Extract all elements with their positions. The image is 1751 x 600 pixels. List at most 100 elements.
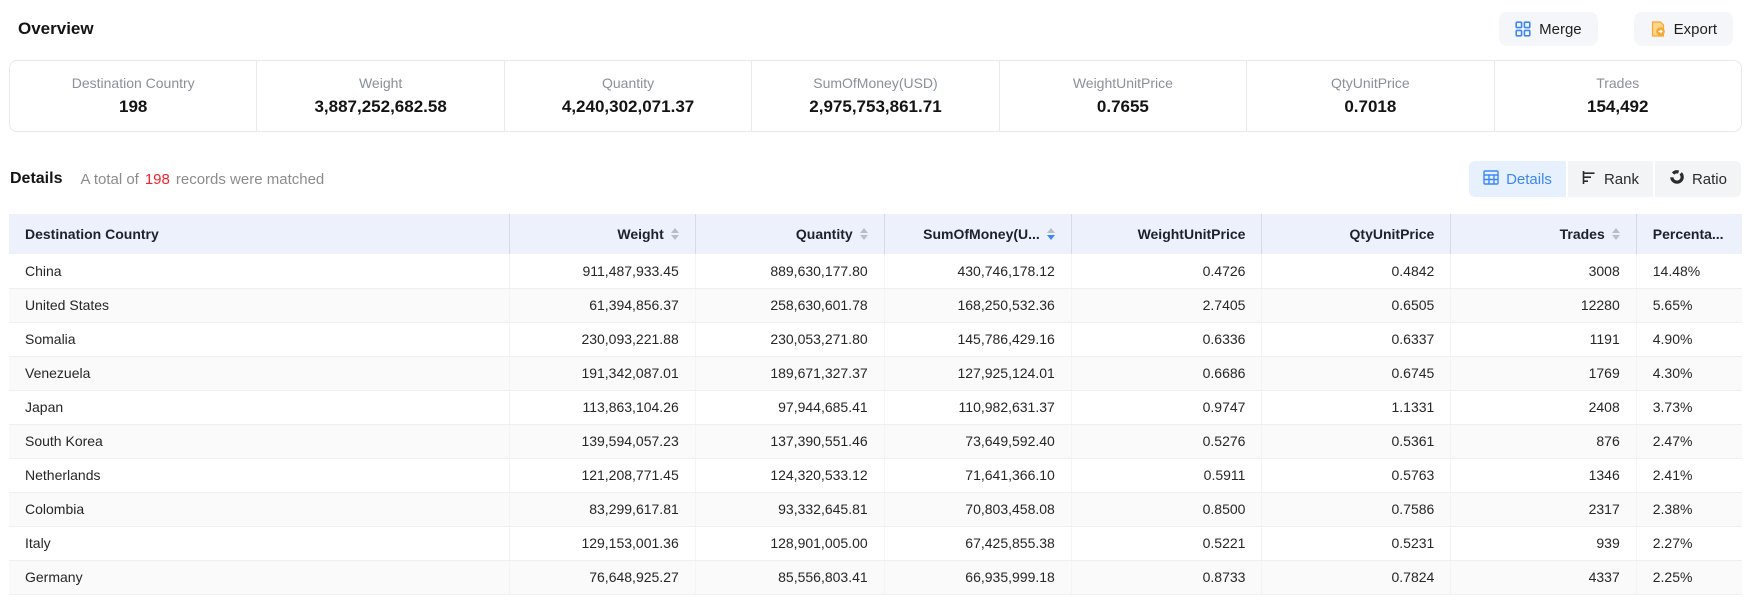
stat-qty-unit-price: QtyUnitPrice 0.7018 [1246, 61, 1493, 131]
cell-sumofmoney-u: 430,746,178.12 [884, 254, 1071, 288]
column-label: Trades [1560, 226, 1605, 242]
details-table: Destination Country Weight Quantity SumOfMo… [9, 214, 1742, 595]
merge-button[interactable]: Merge [1499, 12, 1598, 46]
stat-label: Quantity [602, 75, 654, 91]
column-label: Quantity [796, 226, 853, 242]
table-row-germany[interactable]: Germany76,648,925.2785,556,803.4166,935,… [9, 560, 1742, 594]
cell-country: Italy [9, 526, 510, 560]
cell-trades: 939 [1451, 526, 1636, 560]
cell-trades: 2317 [1451, 492, 1636, 526]
column-header-qtyunitprice: QtyUnitPrice [1262, 214, 1451, 254]
stat-label: Weight [359, 75, 402, 91]
column-header-destination-country: Destination Country [9, 214, 510, 254]
stat-label: Destination Country [72, 75, 195, 91]
cell-trades: 4337 [1451, 560, 1636, 594]
cell-weight: 129,153,001.36 [510, 526, 695, 560]
cell-quantity: 258,630,601.78 [695, 288, 884, 322]
cell-country: Somalia [9, 322, 510, 356]
cell-sumofmoney-u: 145,786,429.16 [884, 322, 1071, 356]
cell-weight: 139,594,057.23 [510, 424, 695, 458]
sort-caret-icon[interactable] [860, 228, 868, 240]
cell-sumofmoney-u: 168,250,532.36 [884, 288, 1071, 322]
tab-details[interactable]: Details [1469, 161, 1566, 197]
cell-trades: 876 [1451, 424, 1636, 458]
cell-quantity: 93,332,645.81 [695, 492, 884, 526]
page-title: Overview [18, 19, 94, 39]
sort-caret-icon[interactable] [1047, 228, 1055, 240]
table-row-italy[interactable]: Italy129,153,001.36128,901,005.0067,425,… [9, 526, 1742, 560]
tab-ratio[interactable]: Ratio [1655, 161, 1741, 197]
cell-percenta: 2.25% [1636, 560, 1742, 594]
column-label: Percenta... [1653, 226, 1724, 242]
cell-percenta: 5.65% [1636, 288, 1742, 322]
column-header-trades[interactable]: Trades [1451, 214, 1636, 254]
tab-ratio-label: Ratio [1692, 171, 1727, 188]
table-row-china[interactable]: China911,487,933.45889,630,177.80430,746… [9, 254, 1742, 288]
stat-value: 0.7018 [1344, 97, 1396, 117]
table-row-south-korea[interactable]: South Korea139,594,057.23137,390,551.467… [9, 424, 1742, 458]
overview-stats-card: Destination Country 198 Weight 3,887,252… [9, 60, 1742, 132]
bar-rank-icon [1582, 170, 1597, 189]
table-header-row: Destination Country Weight Quantity SumOfMo… [9, 214, 1742, 254]
export-button[interactable]: Export [1634, 12, 1733, 46]
cell-quantity: 230,053,271.80 [695, 322, 884, 356]
cell-quantity: 124,320,533.12 [695, 458, 884, 492]
cell-weightunitprice: 0.5911 [1071, 458, 1262, 492]
stat-label: WeightUnitPrice [1073, 75, 1173, 91]
cell-percenta: 4.30% [1636, 356, 1742, 390]
cell-weightunitprice: 0.8733 [1071, 560, 1262, 594]
cell-weight: 83,299,617.81 [510, 492, 695, 526]
details-bar: Details A total of 198 records were matc… [9, 160, 1742, 198]
stat-quantity: Quantity 4,240,302,071.37 [504, 61, 751, 131]
cell-qtyunitprice: 0.6505 [1262, 288, 1451, 322]
merge-button-label: Merge [1539, 21, 1582, 38]
tab-rank[interactable]: Rank [1568, 161, 1653, 197]
column-label: Destination Country [25, 226, 159, 242]
cell-weightunitprice: 0.8500 [1071, 492, 1262, 526]
cell-qtyunitprice: 1.1331 [1262, 390, 1451, 424]
cell-trades: 3008 [1451, 254, 1636, 288]
cell-qtyunitprice: 0.4842 [1262, 254, 1451, 288]
stat-label: Trades [1596, 75, 1639, 91]
table-row-japan[interactable]: Japan113,863,104.2697,944,685.41110,982,… [9, 390, 1742, 424]
column-header-quantity[interactable]: Quantity [695, 214, 884, 254]
cell-percenta: 2.41% [1636, 458, 1742, 492]
stat-sum-of-money: SumOfMoney(USD) 2,975,753,861.71 [751, 61, 998, 131]
cell-quantity: 189,671,327.37 [695, 356, 884, 390]
cell-weightunitprice: 0.5221 [1071, 526, 1262, 560]
column-header-sumofmoney-u[interactable]: SumOfMoney(U... [884, 214, 1071, 254]
details-title: Details [10, 170, 62, 188]
cell-percenta: 14.48% [1636, 254, 1742, 288]
table-row-united-states[interactable]: United States61,394,856.37258,630,601.78… [9, 288, 1742, 322]
cell-weightunitprice: 0.4726 [1071, 254, 1262, 288]
cell-sumofmoney-u: 67,425,855.38 [884, 526, 1071, 560]
cell-weightunitprice: 0.9747 [1071, 390, 1262, 424]
sort-caret-icon[interactable] [1612, 228, 1620, 240]
column-header-weight[interactable]: Weight [510, 214, 695, 254]
topbar-actions: Merge Export [1499, 12, 1733, 46]
stat-trades: Trades 154,492 [1494, 61, 1741, 131]
cell-qtyunitprice: 0.6337 [1262, 322, 1451, 356]
table-row-netherlands[interactable]: Netherlands121,208,771.45124,320,533.127… [9, 458, 1742, 492]
cell-sumofmoney-u: 73,649,592.40 [884, 424, 1071, 458]
sort-caret-icon[interactable] [671, 228, 679, 240]
top-bar: Overview Merge [9, 10, 1742, 48]
table-row-venezuela[interactable]: Venezuela191,342,087.01189,671,327.37127… [9, 356, 1742, 390]
cell-qtyunitprice: 0.7824 [1262, 560, 1451, 594]
page: Overview Merge [0, 0, 1751, 595]
cell-qtyunitprice: 0.5361 [1262, 424, 1451, 458]
cell-sumofmoney-u: 71,641,366.10 [884, 458, 1071, 492]
cell-percenta: 4.90% [1636, 322, 1742, 356]
column-label: WeightUnitPrice [1138, 226, 1246, 242]
cell-country: Germany [9, 560, 510, 594]
column-header-weightunitprice: WeightUnitPrice [1071, 214, 1262, 254]
cell-trades: 1769 [1451, 356, 1636, 390]
table-row-somalia[interactable]: Somalia230,093,221.88230,053,271.80145,7… [9, 322, 1742, 356]
cell-percenta: 2.38% [1636, 492, 1742, 526]
cell-sumofmoney-u: 70,803,458.08 [884, 492, 1071, 526]
table-row-colombia[interactable]: Colombia83,299,617.8193,332,645.8170,803… [9, 492, 1742, 526]
cell-trades: 1191 [1451, 322, 1636, 356]
stat-label: SumOfMoney(USD) [813, 75, 937, 91]
cell-percenta: 3.73% [1636, 390, 1742, 424]
records-summary: A total of 198 records were matched [80, 171, 324, 188]
